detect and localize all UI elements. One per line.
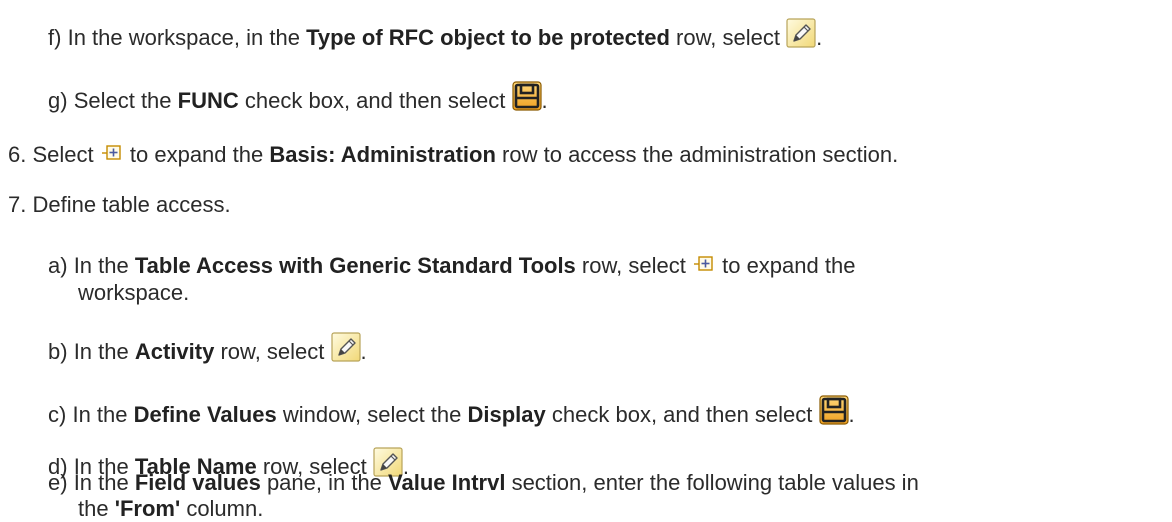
step-marker: 7.: [8, 192, 27, 217]
step-marker: 6.: [8, 142, 27, 167]
step-marker: e): [48, 470, 68, 495]
step-7c: c) In the Define Values window, select t…: [48, 401, 855, 431]
save-icon: [819, 395, 849, 425]
step-7e-wrap: the 'From' column.: [78, 496, 264, 521]
pencil-icon: [331, 332, 361, 362]
ui-term: FUNC: [177, 87, 239, 113]
ui-term: Field values: [134, 470, 261, 495]
step-f: f) In the workspace, in the Type of RFC …: [48, 24, 822, 54]
step-marker: c): [48, 401, 67, 427]
expand-icon: [102, 145, 122, 161]
step-g: g) Select the FUNC check box, and then s…: [48, 87, 548, 117]
ui-term: Display: [467, 401, 546, 427]
step-7b: b) In the Activity row, select .: [48, 338, 367, 368]
step-6: 6. Select to expand the Basis: Administr…: [8, 142, 899, 167]
document-page: f) In the workspace, in the Type of RFC …: [0, 0, 1172, 522]
step-marker: g): [48, 87, 68, 113]
save-icon: [512, 81, 542, 111]
step-marker: a): [48, 253, 68, 278]
ui-term: Value Intrvl: [388, 470, 506, 495]
step-7e: e) In the Field values pane, in the Valu…: [48, 470, 919, 495]
ui-term: Activity: [134, 338, 215, 364]
step-marker: f): [48, 24, 62, 50]
ui-term: Define Values: [133, 401, 277, 427]
ui-term: Type of RFC object to be protected: [306, 24, 670, 50]
step-7: 7. Define table access.: [8, 192, 231, 217]
step-7a-wrap: workspace.: [78, 280, 190, 305]
ui-term: 'From': [114, 496, 181, 521]
step-marker: b): [48, 338, 68, 364]
ui-term: Basis: Administration: [269, 142, 496, 167]
step-7a: a) In the Table Access with Generic Stan…: [48, 253, 856, 278]
ui-term: Table Access with Generic Standard Tools: [134, 253, 576, 278]
pencil-icon: [786, 18, 816, 48]
expand-icon: [694, 256, 714, 272]
